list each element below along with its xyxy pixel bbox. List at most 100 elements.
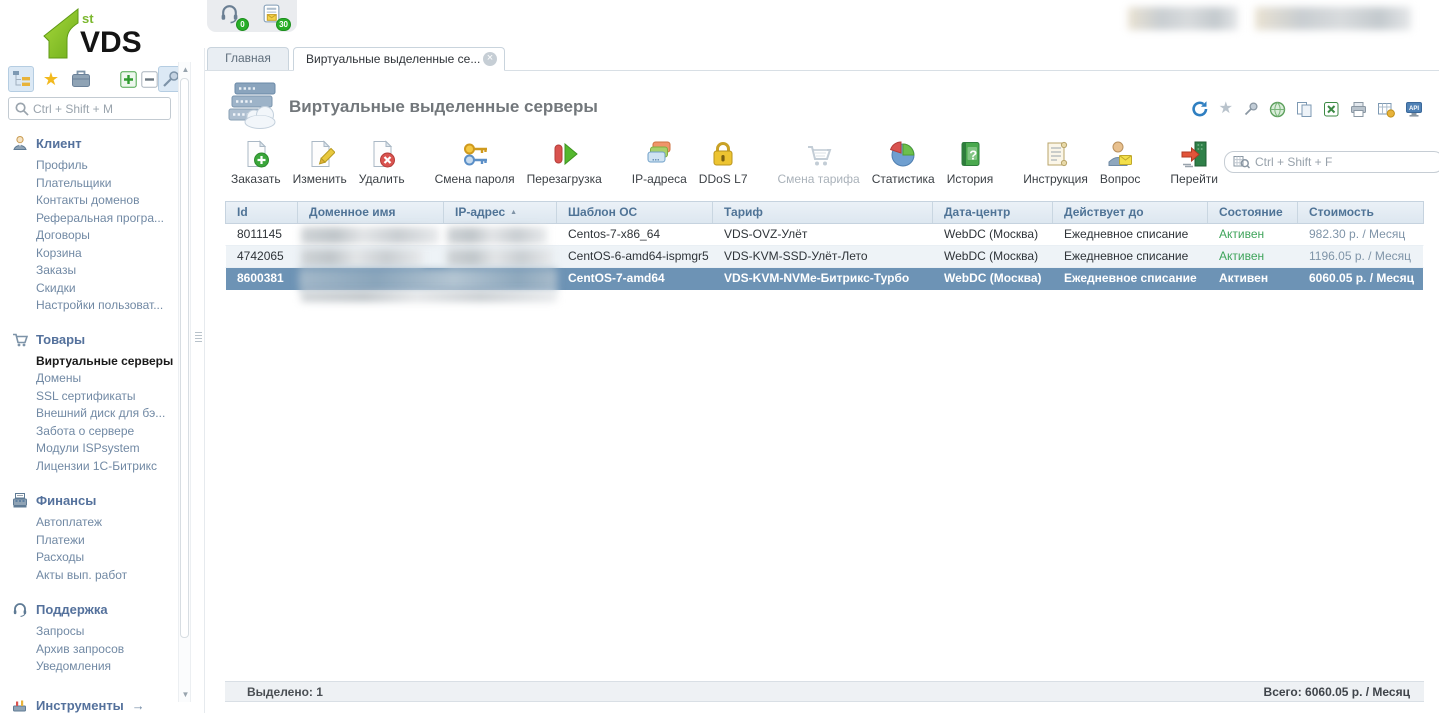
menu-section-client-title[interactable]: Клиент <box>0 132 178 157</box>
cell-id: 8600381 <box>226 268 298 290</box>
copy-button[interactable] <box>1296 101 1313 118</box>
sidebar-item-notifications[interactable]: Уведомления <box>0 658 178 676</box>
menu-tree-button[interactable] <box>8 66 34 92</box>
sidebar-item-domain-contacts[interactable]: Контакты доменов <box>0 192 178 210</box>
tab-home[interactable]: Главная <box>207 47 289 70</box>
cell-cost: 982.30 р. / Месяц <box>1298 224 1425 245</box>
sidebar-item-domains[interactable]: Домены <box>0 370 178 388</box>
notifications-button[interactable]: 30 <box>261 3 285 29</box>
menu-search-input[interactable] <box>33 102 163 116</box>
scrollbar-thumb[interactable] <box>180 78 189 638</box>
cell-datacenter: WebDC (Москва) <box>933 268 1053 290</box>
scroll-up-arrow[interactable]: ▲ <box>179 63 192 76</box>
close-tab-icon[interactable]: × <box>483 52 497 66</box>
col-header-domain[interactable]: Доменное имя <box>298 202 444 223</box>
archive-button[interactable] <box>68 66 94 92</box>
sidebar-item-contracts[interactable]: Договоры <box>0 227 178 245</box>
sidebar-item-work-acts[interactable]: Акты вып. работ <box>0 567 178 585</box>
total-cost: Всего: 6060.05 р. / Месяц <box>1264 685 1410 699</box>
sidebar-item-payers[interactable]: Плательщики <box>0 175 178 193</box>
table-footer: Выделено: 1 Всего: 6060.05 р. / Месяц <box>225 681 1424 702</box>
redacted-ip <box>447 227 547 244</box>
sidebar-scrollbar[interactable]: ▲ ▼ <box>178 62 191 702</box>
print-button[interactable] <box>1350 101 1367 118</box>
history-button[interactable]: ? История <box>941 137 1000 188</box>
sidebar-item-discounts[interactable]: Скидки <box>0 280 178 298</box>
pin-menu-button[interactable] <box>158 66 178 92</box>
col-header-valid-until[interactable]: Действует до <box>1053 202 1208 223</box>
menu-section-finance-title[interactable]: Финансы <box>0 489 178 514</box>
restart-button[interactable]: Перезагрузка <box>521 137 608 188</box>
sidebar-item-server-care[interactable]: Забота о сервере <box>0 423 178 441</box>
change-password-button[interactable]: Смена пароля <box>429 137 521 188</box>
sidebar-item-payments[interactable]: Платежи <box>0 532 178 550</box>
sidebar-item-ssl[interactable]: SSL сертификаты <box>0 388 178 406</box>
menu-section-support-title[interactable]: Поддержка <box>0 598 178 623</box>
tab-virtual-servers[interactable]: Виртуальные выделенные се... × <box>293 47 505 71</box>
statistics-button[interactable]: Статистика <box>866 137 941 188</box>
order-button[interactable]: Заказать <box>225 137 287 188</box>
table-header-row: Id Доменное имя IP-адрес▲ Шаблон ОС Тари… <box>225 201 1424 224</box>
sidebar-item-virtual-servers[interactable]: Виртуальные серверы <box>0 353 178 371</box>
ip-addresses-button[interactable]: ... IP-адреса <box>626 137 693 188</box>
sidebar-item-bitrix-licenses[interactable]: Лицензии 1С-Битрикс <box>0 458 178 476</box>
main-area: 0 30 Главная Виртуальные выделенные се..… <box>205 0 1439 713</box>
export-excel-button[interactable] <box>1323 101 1340 118</box>
cell-status: Активен <box>1208 268 1298 290</box>
sidebar-item-user-settings[interactable]: Настройки пользоват... <box>0 297 178 315</box>
splitter-grip-icon <box>195 330 202 344</box>
header-actions: ★ <box>1191 100 1423 118</box>
sidebar-item-expenses[interactable]: Расходы <box>0 549 178 567</box>
copy-document-icon <box>1296 101 1313 118</box>
sidebar-item-profile[interactable]: Профиль <box>0 157 178 175</box>
col-header-cost[interactable]: Стоимость <box>1298 202 1425 223</box>
share-link-button[interactable] <box>1269 101 1286 118</box>
manual-button[interactable]: Инструкция <box>1017 137 1094 188</box>
sidebar-item-isp-modules[interactable]: Модули ISPsystem <box>0 440 178 458</box>
col-header-ip[interactable]: IP-адрес▲ <box>444 202 557 223</box>
delete-button[interactable]: Удалить <box>353 137 411 188</box>
col-header-status[interactable]: Состояние <box>1208 202 1298 223</box>
scroll-down-arrow[interactable]: ▼ <box>179 688 192 701</box>
vds-logo-icon: st VDS <box>38 6 158 60</box>
edit-button[interactable]: Изменить <box>287 137 353 188</box>
change-tariff-button: Смена тарифа <box>772 137 866 188</box>
pin-tab-button[interactable] <box>1243 101 1259 117</box>
table-search-icon <box>1233 154 1250 170</box>
sidebar-splitter[interactable] <box>192 48 205 713</box>
expand-all-button[interactable] <box>118 69 138 89</box>
redacted-user-info <box>1128 7 1238 30</box>
cell-valid-until: Ежедневное списание <box>1053 224 1208 245</box>
go-to-panel-button[interactable]: Перейти <box>1164 137 1224 188</box>
sidebar-item-cart[interactable]: Корзина <box>0 245 178 263</box>
menu-section-products-title[interactable]: Товары <box>0 329 178 353</box>
menu-section-tools-title[interactable]: Инструменты → <box>0 695 178 713</box>
api-docs-button[interactable]: API <box>1405 101 1423 118</box>
order-icon <box>241 139 271 169</box>
support-requests-button[interactable]: 0 <box>219 3 243 29</box>
col-header-datacenter[interactable]: Дата-центр <box>933 202 1053 223</box>
ddos-protection-button[interactable]: DDoS L7 <box>693 137 754 188</box>
favorite-button[interactable]: ★ <box>1219 101 1233 117</box>
sidebar-item-orders[interactable]: Заказы <box>0 262 178 280</box>
sidebar-item-ticket-archive[interactable]: Архив запросов <box>0 641 178 659</box>
manual-scroll-icon <box>1041 139 1071 169</box>
page-title: Виртуальные выделенные серверы <box>289 97 598 117</box>
collapse-all-button[interactable] <box>139 69 159 89</box>
sidebar-item-autopayment[interactable]: Автоплатеж <box>0 514 178 532</box>
notifications-count-badge: 30 <box>276 18 291 31</box>
sidebar-item-referral[interactable]: Реферальная програ... <box>0 210 178 228</box>
sidebar-item-tickets[interactable]: Запросы <box>0 623 178 641</box>
menu-search <box>8 97 171 120</box>
ask-question-button[interactable]: Вопрос <box>1094 137 1147 188</box>
cell-datacenter: WebDC (Москва) <box>933 246 1053 267</box>
table-settings-button[interactable] <box>1377 101 1395 118</box>
col-header-id[interactable]: Id <box>226 202 298 223</box>
refresh-button[interactable] <box>1191 100 1209 118</box>
favorites-button[interactable]: ★ <box>38 66 64 92</box>
col-header-tariff[interactable]: Тариф <box>713 202 933 223</box>
sidebar-item-backup-disk[interactable]: Внешний диск для бэ... <box>0 405 178 423</box>
cell-status: Активен <box>1208 224 1298 245</box>
table-search-input[interactable] <box>1255 155 1435 169</box>
col-header-os[interactable]: Шаблон ОС <box>557 202 713 223</box>
